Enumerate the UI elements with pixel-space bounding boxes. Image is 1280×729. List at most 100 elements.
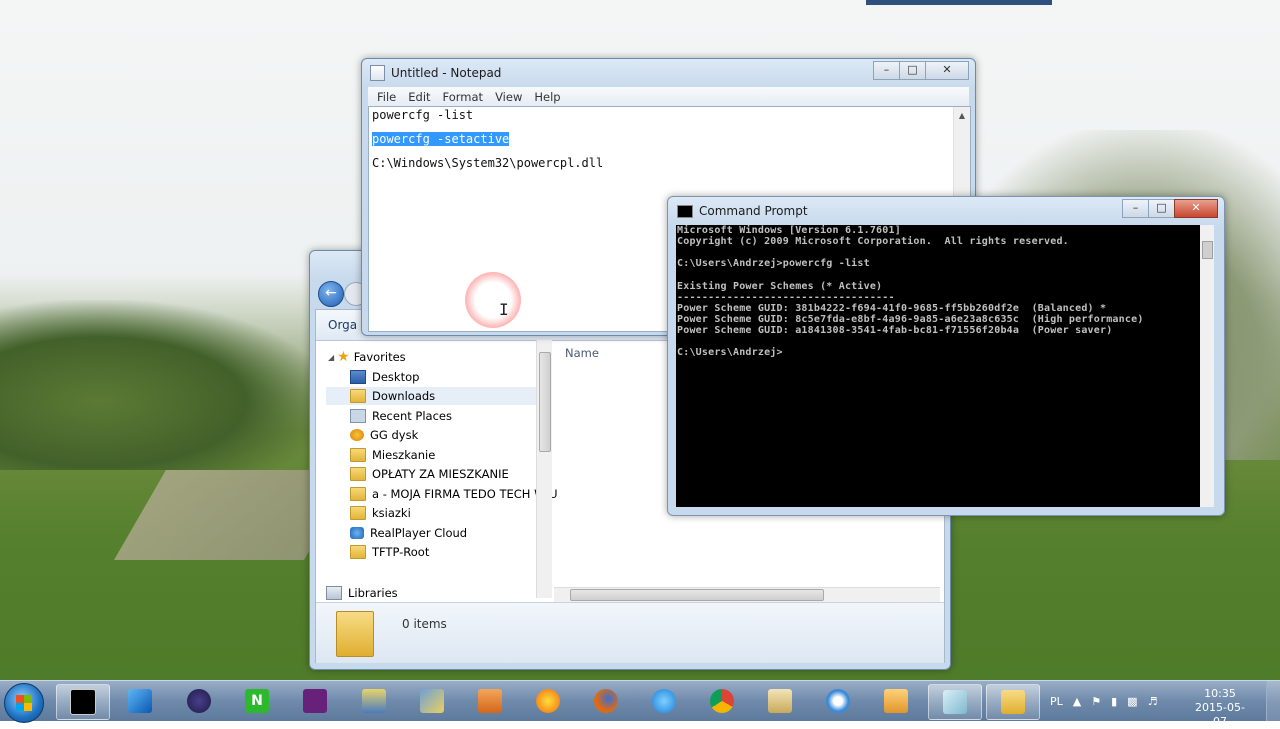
maximize-button[interactable]: □	[1148, 199, 1175, 218]
show-desktop-button[interactable]	[1266, 681, 1280, 721]
menu-help[interactable]: Help	[531, 90, 563, 104]
nav-vertical-scrollbar[interactable]	[536, 340, 552, 598]
nav-item-tftp-root[interactable]: TFTP-Root	[350, 543, 429, 561]
taskbar-cmd[interactable]	[56, 684, 110, 720]
cmd-console[interactable]: Microsoft Windows [Version 6.1.7601] Cop…	[676, 225, 1214, 507]
menu-format[interactable]: Format	[440, 90, 487, 104]
firefox-icon	[594, 689, 618, 713]
cmd-line: -----------------------------------	[677, 292, 895, 303]
language-indicator[interactable]: PL	[1050, 695, 1063, 708]
scrollbar-thumb[interactable]	[539, 352, 551, 452]
gg-icon	[350, 429, 364, 441]
start-button[interactable]	[4, 683, 44, 723]
menu-file[interactable]: File	[374, 90, 399, 104]
visual-studio-icon	[303, 689, 327, 713]
battery-icon[interactable]: ▮	[1111, 695, 1117, 708]
chrome-icon	[710, 689, 734, 713]
cmd-window-controls: – □ ✕	[1122, 199, 1218, 218]
notepad-menubar: File Edit Format View Help	[368, 87, 969, 107]
close-button[interactable]: ✕	[1174, 199, 1218, 218]
taskbar-chrome[interactable]	[696, 684, 748, 718]
windows-logo-icon	[16, 695, 32, 711]
libraries-label: Libraries	[348, 586, 398, 600]
cmd-line: Power Scheme GUID: a1841308-3541-4fab-bc…	[677, 325, 1113, 336]
back-arrow-icon[interactable]: ←	[318, 281, 344, 307]
large-folder-icon	[336, 611, 374, 657]
scrollbar-thumb[interactable]	[1202, 241, 1213, 259]
nav-item-downloads[interactable]: Downloads	[326, 387, 540, 405]
organize-button[interactable]: Orga	[328, 318, 357, 332]
recent-places-icon	[350, 409, 366, 423]
taskbar-image-app[interactable]	[754, 684, 806, 718]
close-button[interactable]: ✕	[925, 61, 969, 80]
command-prompt-window[interactable]: Command Prompt – □ ✕ Microsoft Windows […	[667, 196, 1225, 516]
scroll-up-arrow-icon[interactable]: ▲	[954, 111, 970, 120]
details-pane: 0 items	[316, 602, 944, 663]
taskbar-sun-app[interactable]	[522, 684, 574, 718]
action-center-icon[interactable]: ⚑	[1091, 695, 1101, 708]
image-viewer-icon	[768, 689, 792, 713]
notepad-window-controls: – □ ✕	[873, 61, 969, 80]
column-header-name[interactable]: Name	[565, 346, 599, 360]
taskbar-notes-app[interactable]	[870, 684, 922, 718]
notepad-icon	[370, 65, 385, 81]
items-count: 0 items	[402, 617, 447, 631]
nav-item-oplaty[interactable]: OPŁATY ZA MIESZKANIE	[350, 465, 509, 483]
taskbar-visual-studio[interactable]	[289, 684, 341, 718]
nav-item-label: Downloads	[372, 389, 436, 403]
gear-icon	[826, 689, 850, 713]
nav-item-label: ksiazki	[372, 506, 411, 520]
menu-edit[interactable]: Edit	[405, 90, 433, 104]
cmd-vertical-scrollbar[interactable]	[1200, 225, 1214, 507]
nav-item-label: Desktop	[372, 370, 420, 384]
menu-view[interactable]: View	[492, 90, 525, 104]
nav-item-ksiazki[interactable]: ksiazki	[350, 504, 411, 522]
minimize-button[interactable]: –	[1122, 199, 1149, 218]
taskbar-network-tool[interactable]	[406, 684, 458, 718]
click-highlight	[465, 272, 521, 328]
taskbar-settings-app[interactable]	[812, 684, 864, 718]
nav-item-recent-places[interactable]: Recent Places	[350, 407, 452, 425]
taskbar-firefox[interactable]	[580, 684, 632, 718]
nav-item-label: a - MOJA FIRMA TEDO TECH W U	[372, 487, 558, 501]
folder-icon	[350, 545, 366, 559]
nav-libraries[interactable]: Libraries	[326, 586, 398, 600]
nav-item-label: TFTP-Root	[372, 545, 430, 559]
network-signal-icon[interactable]: ▩	[1127, 695, 1137, 708]
taskbar-notepad[interactable]	[928, 684, 982, 720]
shark-icon	[128, 689, 152, 713]
content-horizontal-scrollbar[interactable]	[554, 587, 940, 602]
nav-item-moja-firma[interactable]: a - MOJA FIRMA TEDO TECH W U	[350, 485, 558, 503]
desktop-icon	[350, 370, 366, 384]
folder-icon	[350, 467, 366, 481]
notes-icon	[884, 689, 908, 713]
cmd-title: Command Prompt	[699, 204, 808, 218]
taskbar-explorer[interactable]	[986, 684, 1040, 720]
system-clock[interactable]: 10:35 2015-05-07	[1192, 687, 1248, 729]
clock-time: 10:35	[1204, 687, 1236, 700]
minimize-button[interactable]: –	[873, 61, 900, 80]
cmd-line: Microsoft Windows [Version 6.1.7601]	[677, 225, 901, 236]
scrollbar-thumb[interactable]	[570, 589, 824, 601]
nav-item-desktop[interactable]: Desktop	[350, 368, 419, 386]
cmd-line: C:\Users\Andrzej>powercfg -list	[677, 258, 870, 269]
cmd-line: Power Scheme GUID: 8c5e7fda-e8bf-4a96-9a…	[677, 314, 1144, 325]
nav-item-label: Recent Places	[372, 409, 452, 423]
nav-item-realplayer-cloud[interactable]: RealPlayer Cloud	[350, 524, 467, 542]
recording-bar	[866, 0, 1052, 5]
taskbar-eclipse[interactable]	[173, 684, 225, 718]
volume-icon[interactable]: ♬	[1148, 695, 1158, 708]
taskbar-media-player[interactable]	[464, 684, 516, 718]
downloads-folder-icon	[350, 389, 366, 403]
taskbar-app-blue[interactable]	[114, 684, 166, 718]
maximize-button[interactable]: □	[899, 61, 926, 80]
taskbar-internet-explorer[interactable]	[638, 684, 690, 718]
show-hidden-icons-icon[interactable]: ▲	[1073, 695, 1081, 708]
taskbar-nu[interactable]: N	[231, 684, 283, 718]
taskbar-tftp[interactable]	[348, 684, 400, 718]
folder-icon	[350, 448, 366, 462]
nav-favorites[interactable]: ◢ ★ Favorites	[328, 348, 406, 366]
nav-item-gg-dysk[interactable]: GG dysk	[350, 426, 418, 444]
expand-arrow-icon[interactable]: ◢	[328, 353, 334, 362]
nav-item-mieszkanie[interactable]: Mieszkanie	[350, 446, 435, 464]
